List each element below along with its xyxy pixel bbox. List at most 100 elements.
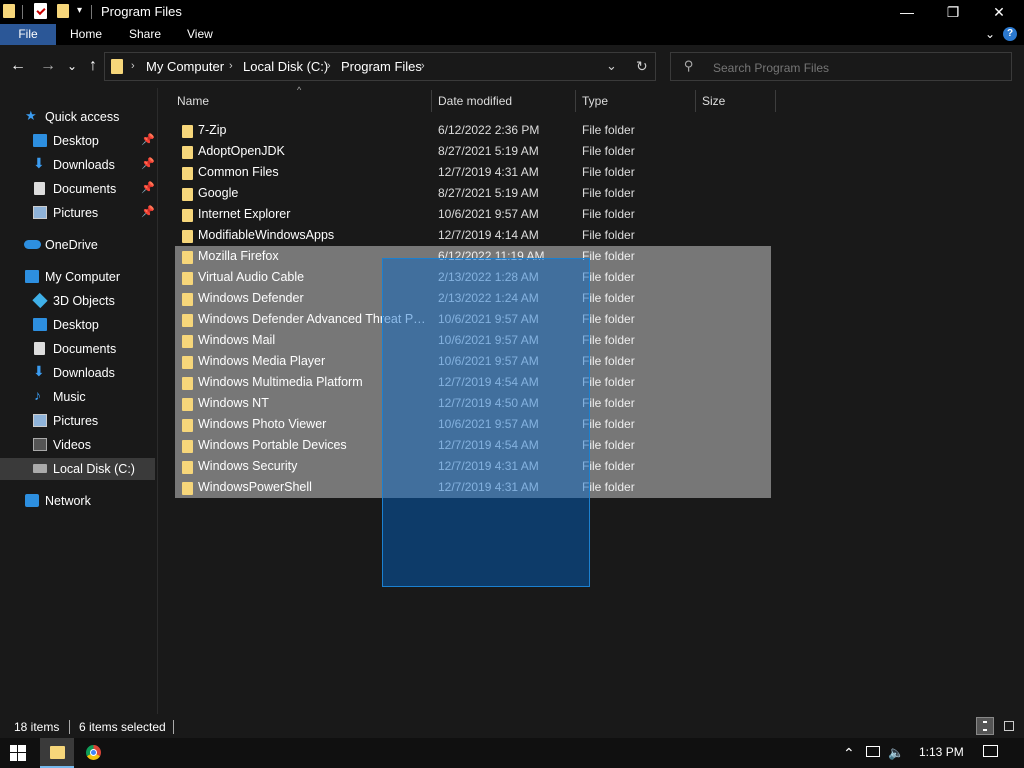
tab-home[interactable]: Home: [70, 24, 102, 45]
taskbar-chrome[interactable]: [86, 745, 101, 760]
file-name: Common Files: [198, 165, 279, 179]
new-folder-icon[interactable]: [57, 4, 69, 18]
notifications-icon[interactable]: [983, 745, 998, 757]
breadcrumb-program-files[interactable]: Program Files: [341, 59, 422, 74]
file-row[interactable]: AdoptOpenJDK 8/27/2021 5:19 AM File folder: [175, 141, 771, 162]
video-icon: [33, 438, 47, 451]
sidebar-item-network[interactable]: Network: [0, 490, 155, 512]
column-separator[interactable]: [575, 90, 576, 112]
file-date: 8/27/2021 5:19 AM: [438, 144, 539, 158]
breadcrumb-local-disk[interactable]: Local Disk (C:): [243, 59, 328, 74]
search-box[interactable]: ⚲: [670, 52, 1012, 81]
document-icon: [34, 182, 45, 195]
cloud-icon: [24, 240, 41, 249]
pictures-icon: [33, 414, 47, 427]
address-dropdown-icon[interactable]: ⌄: [606, 58, 617, 74]
file-date: 6/12/2022 2:36 PM: [438, 123, 540, 137]
file-row[interactable]: 7-Zip 6/12/2022 2:36 PM File folder: [175, 120, 771, 141]
file-name: 7-Zip: [198, 123, 227, 137]
column-separator[interactable]: [775, 90, 776, 112]
sidebar-item-my-computer[interactable]: My Computer: [0, 266, 155, 288]
taskbar-file-explorer[interactable]: [40, 738, 74, 768]
clock[interactable]: 1:13 PM: [919, 745, 964, 759]
expand-ribbon-icon[interactable]: ⌄: [985, 27, 995, 41]
sidebar-item-local-disk[interactable]: Local Disk (C:): [0, 458, 155, 480]
file-type: File folder: [582, 228, 635, 242]
network-icon: [25, 494, 39, 507]
breadcrumb-separator: ›: [131, 60, 135, 72]
file-date: 10/6/2021 9:57 AM: [438, 207, 539, 221]
show-hidden-icons-button[interactable]: ⌃: [843, 745, 855, 762]
file-row[interactable]: ModifiableWindowsApps 12/7/2019 4:14 AM Fi…: [175, 225, 771, 246]
folder-icon: [182, 440, 193, 453]
sidebar-item-documents[interactable]: Documents: [0, 338, 155, 360]
file-type: File folder: [582, 186, 635, 200]
sidebar-item-documents-pinned[interactable]: Documents 📌: [0, 178, 155, 200]
sidebar-item-quick-access[interactable]: ★ Quick access: [0, 106, 155, 128]
sidebar-item-desktop[interactable]: Desktop: [0, 314, 155, 336]
sidebar-item-downloads-pinned[interactable]: ⬇ Downloads 📌: [0, 154, 155, 176]
star-icon: ★: [25, 108, 37, 123]
large-icons-view-button[interactable]: [1000, 717, 1018, 735]
start-button[interactable]: [10, 745, 26, 761]
up-button[interactable]: ↑: [84, 57, 102, 75]
pane-divider[interactable]: [157, 88, 158, 714]
folder-icon: [182, 272, 193, 285]
breadcrumb-my-computer[interactable]: My Computer: [146, 59, 224, 74]
customize-quick-access-icon[interactable]: ▾: [77, 5, 82, 16]
sidebar-item-downloads[interactable]: ⬇ Downloads: [0, 362, 155, 384]
file-row[interactable]: Internet Explorer 10/6/2021 9:57 AM File f…: [175, 204, 771, 225]
column-header-size[interactable]: Size: [702, 94, 725, 108]
file-name: Google: [198, 186, 239, 200]
back-button[interactable]: ←: [9, 57, 27, 75]
folder-icon: [182, 398, 193, 411]
search-input[interactable]: [711, 58, 1005, 77]
tab-share[interactable]: Share: [129, 24, 161, 45]
file-row[interactable]: Google 8/27/2021 5:19 AM File folder: [175, 183, 771, 204]
details-view-button[interactable]: [976, 717, 994, 735]
desktop-icon: [33, 134, 47, 147]
recent-locations-button[interactable]: ⌄: [63, 57, 81, 75]
maximize-button[interactable]: ❐: [930, 0, 976, 24]
help-icon[interactable]: ?: [1003, 27, 1017, 41]
music-icon: ♪: [34, 387, 41, 403]
minimize-button[interactable]: —: [884, 0, 930, 24]
sidebar-item-desktop-pinned[interactable]: Desktop 📌: [0, 130, 155, 152]
breadcrumb-separator: ›: [327, 60, 331, 72]
file-row[interactable]: Common Files 12/7/2019 4:31 AM File folder: [175, 162, 771, 183]
forward-button[interactable]: →: [39, 57, 57, 75]
file-date: 8/27/2021 5:19 AM: [438, 186, 539, 200]
network-icon[interactable]: [866, 746, 880, 757]
close-button[interactable]: ✕: [976, 0, 1022, 24]
volume-icon[interactable]: 🔈: [888, 745, 904, 761]
folder-icon: [182, 314, 193, 327]
folder-icon: [182, 356, 193, 369]
folder-icon: [182, 419, 193, 432]
download-icon: ⬇: [33, 363, 45, 379]
folder-icon: [182, 230, 193, 243]
sidebar-item-3d-objects[interactable]: 3D Objects: [0, 290, 155, 312]
column-header-name[interactable]: Name: [177, 94, 209, 108]
folder-icon: [182, 461, 193, 474]
sidebar-item-pictures[interactable]: Pictures: [0, 410, 155, 432]
refresh-icon[interactable]: ↻: [636, 58, 648, 75]
folder-icon: [182, 125, 193, 138]
folder-icon: [182, 377, 193, 390]
folder-icon: [182, 146, 193, 159]
folder-icon: [182, 188, 193, 201]
column-header-date-modified[interactable]: Date modified: [438, 94, 512, 108]
sidebar-item-pictures-pinned[interactable]: Pictures 📌: [0, 202, 155, 224]
selected-count: 6 items selected: [79, 720, 166, 734]
column-separator[interactable]: [695, 90, 696, 112]
folder-icon: [182, 293, 193, 306]
tab-view[interactable]: View: [187, 24, 213, 45]
column-header-type[interactable]: Type: [582, 94, 608, 108]
properties-icon[interactable]: [34, 3, 47, 19]
column-separator[interactable]: [431, 90, 432, 112]
document-icon: [34, 342, 45, 355]
tab-file[interactable]: File: [0, 24, 56, 45]
sidebar-item-music[interactable]: ♪ Music: [0, 386, 155, 408]
sidebar-item-videos[interactable]: Videos: [0, 434, 155, 456]
pin-icon: 📌: [141, 158, 155, 170]
sidebar-item-onedrive[interactable]: OneDrive: [0, 234, 155, 256]
